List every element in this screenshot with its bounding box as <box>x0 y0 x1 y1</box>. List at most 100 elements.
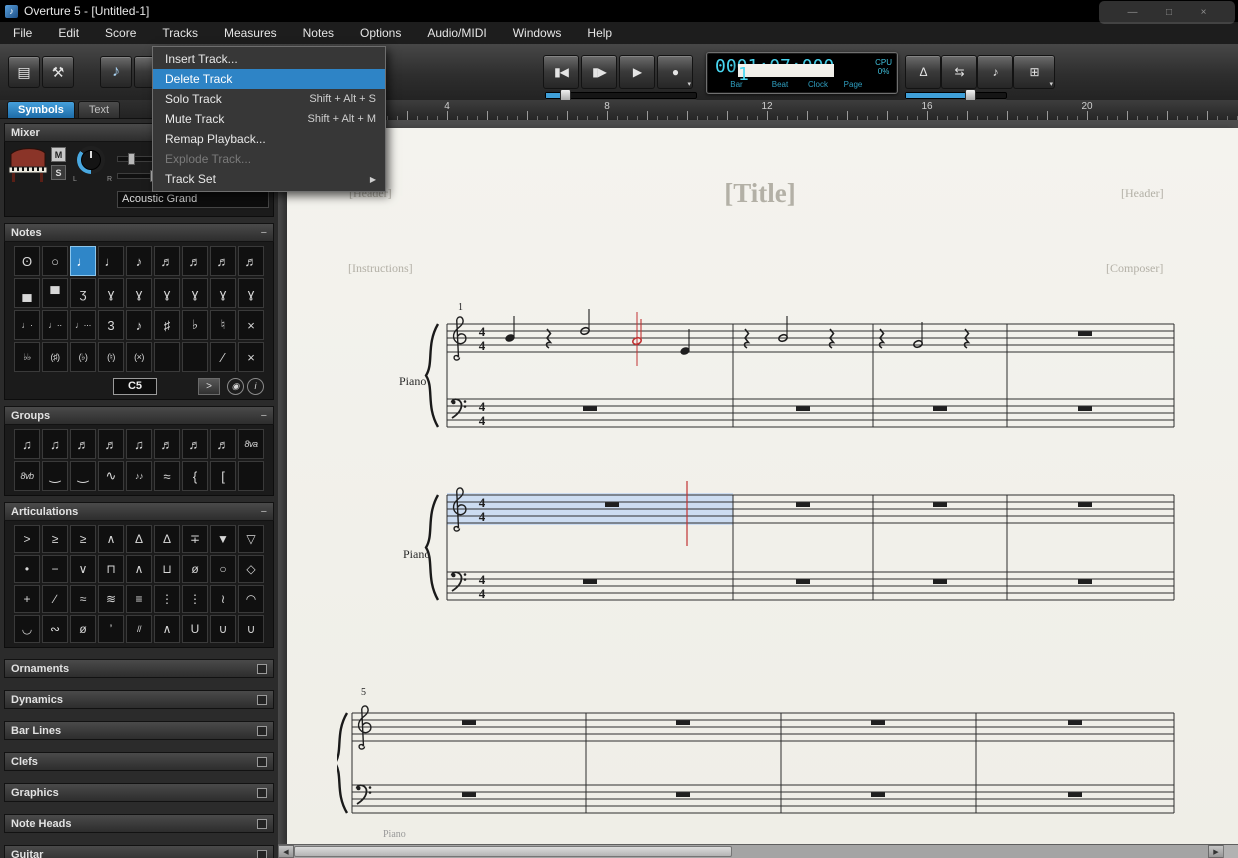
bracket[interactable]: [ <box>210 461 236 491</box>
wedge-open[interactable]: ▽ <box>238 525 264 553</box>
caesura[interactable]: // <box>126 615 152 643</box>
double-flat[interactable]: ♭♭ <box>14 342 40 372</box>
record-button[interactable]: ● ▾ <box>657 55 693 89</box>
x-notehead[interactable]: × <box>238 342 264 372</box>
quarter-note[interactable]: ♩ <box>98 246 124 276</box>
composer-placeholder[interactable]: [Composer] <box>1106 261 1163 276</box>
sixteenth-note[interactable]: ♬ <box>154 246 180 276</box>
beam-six[interactable]: ♬ <box>154 429 180 459</box>
collapse-icon[interactable]: − <box>261 410 267 422</box>
collapse-icon[interactable]: − <box>261 227 267 239</box>
half-rest[interactable]: ▀ <box>42 278 68 308</box>
left-hand-pizzicato[interactable]: + <box>14 585 40 613</box>
step-input-button[interactable]: ♪ <box>977 55 1013 89</box>
sharp[interactable]: ♯ <box>154 310 180 340</box>
tenuto[interactable]: − <box>42 555 68 583</box>
courtesy-natural[interactable]: (♮) <box>98 342 124 372</box>
accent-staccato[interactable]: ≥ <box>42 525 68 553</box>
circle-stroke[interactable]: ø <box>70 615 96 643</box>
view-grid-button[interactable]: ⊞ ▾ <box>1013 55 1055 89</box>
dotted-note[interactable]: ♩· <box>14 310 40 340</box>
panel-clefs[interactable]: Clefs <box>4 752 274 771</box>
up-bow[interactable]: ∨ <box>70 555 96 583</box>
courtesy-flat[interactable]: (♭) <box>70 342 96 372</box>
instrument-name-field[interactable]: Acoustic Grand <box>117 191 269 208</box>
articulations-panel-header[interactable]: Articulations − <box>4 502 274 521</box>
menu-measures[interactable]: Measures <box>211 22 290 44</box>
menu-item-track-set[interactable]: Track Set▶ <box>153 169 385 189</box>
sixteenth-rest[interactable]: ɣ <box>126 278 152 308</box>
expand-icon[interactable] <box>257 695 267 705</box>
whole-rest[interactable]: ▄ <box>14 278 40 308</box>
courtesy-sharp[interactable]: (♯) <box>42 342 68 372</box>
hundred-twenty-eighth-rest[interactable]: ɣ <box>210 278 236 308</box>
menu-file[interactable]: File <box>0 22 45 44</box>
menu-tracks[interactable]: Tracks <box>149 22 211 44</box>
hundred-twenty-eighth-note[interactable]: ♬ <box>238 246 264 276</box>
minimize-icon[interactable]: — <box>1128 7 1138 18</box>
marcato-staccato[interactable]: Δ <box>154 525 180 553</box>
collapse-icon[interactable]: − <box>261 506 267 518</box>
menu-options[interactable]: Options <box>347 22 414 44</box>
tools-button[interactable]: ⚒ <box>42 56 74 88</box>
groups-panel-header[interactable]: Groups − <box>4 406 274 425</box>
arc[interactable]: ◠ <box>238 585 264 613</box>
tremolo-dots-2[interactable]: ⋮ <box>182 585 208 613</box>
menu-help[interactable]: Help <box>574 22 625 44</box>
beam-group[interactable]: ♬ <box>210 429 236 459</box>
thirty-second-rest[interactable]: ɣ <box>154 278 180 308</box>
instructions-placeholder[interactable]: [Instructions] <box>348 261 413 276</box>
menu-edit[interactable]: Edit <box>45 22 92 44</box>
tremolo-two[interactable]: ≋ <box>98 585 124 613</box>
header-right-placeholder[interactable]: [Header] <box>1121 186 1164 201</box>
tie[interactable]: ‿ <box>42 461 68 491</box>
triple-dotted-note[interactable]: ♩··· <box>70 310 96 340</box>
octave-down[interactable]: 8vb <box>14 461 40 491</box>
multi-rest[interactable]: ɣ <box>238 278 264 308</box>
tab-text[interactable]: Text <box>78 101 120 118</box>
tenuto-staccato[interactable]: ∓ <box>182 525 208 553</box>
expand-icon[interactable] <box>257 819 267 829</box>
note-entry-button[interactable]: ♪ <box>100 56 132 88</box>
horizontal-scrollbar[interactable]: ◀ ▶ <box>278 844 1238 858</box>
double-sharp[interactable]: × <box>238 310 264 340</box>
notes-panel-header[interactable]: Notes − <box>4 223 274 242</box>
grace-note[interactable]: ♪ <box>126 310 152 340</box>
menu-item-insert-track[interactable]: Insert Track... <box>153 49 385 69</box>
panel-dynamics[interactable]: Dynamics <box>4 690 274 709</box>
bridge[interactable]: ⊔ <box>154 555 180 583</box>
eighth-note[interactable]: ♪ <box>126 246 152 276</box>
natural[interactable]: ♮ <box>210 310 236 340</box>
beam-three[interactable]: ♬ <box>70 429 96 459</box>
octave-up[interactable]: 8va <box>238 429 264 459</box>
slur[interactable]: ‿ <box>70 461 96 491</box>
wedge[interactable]: ▼ <box>210 525 236 553</box>
courtesy-double-sharp[interactable]: (×) <box>126 342 152 372</box>
glissando[interactable]: ∿ <box>98 461 124 491</box>
title-placeholder[interactable]: [Title] <box>724 178 795 209</box>
scroll-thumb[interactable] <box>294 846 732 857</box>
print-button[interactable]: ▤ <box>8 56 40 88</box>
menu-item-solo-track[interactable]: Solo TrackShift + Alt + S <box>153 89 385 109</box>
sixty-fourth-note[interactable]: ♬ <box>210 246 236 276</box>
rewind-button[interactable]: ▮◀ <box>543 55 579 89</box>
beam-four[interactable]: ♬ <box>98 429 124 459</box>
pan-knob[interactable] <box>77 146 105 174</box>
empty-cell[interactable] <box>154 342 180 372</box>
expand-icon[interactable] <box>257 664 267 674</box>
sixty-fourth-rest[interactable]: ɣ <box>182 278 208 308</box>
half-note[interactable]: ♩ <box>70 246 96 276</box>
expand-icon[interactable] <box>257 726 267 736</box>
staccato[interactable]: • <box>14 555 40 583</box>
diamond-notehead[interactable]: ◇ <box>238 555 264 583</box>
menu-notes[interactable]: Notes <box>290 22 347 44</box>
panel-bar-lines[interactable]: Bar Lines <box>4 721 274 740</box>
fermata-up[interactable]: ∪ <box>210 615 236 643</box>
tremolo-pair[interactable]: ♪♪ <box>126 461 152 491</box>
beam-two-sixteenths[interactable]: ♫ <box>42 429 68 459</box>
scroll-left-icon[interactable]: ◀ <box>278 845 294 858</box>
harmonic[interactable]: ○ <box>210 555 236 583</box>
transport-slider[interactable] <box>545 92 697 99</box>
measure-ruler[interactable]: 48121620 <box>278 100 1238 121</box>
fermata-square[interactable]: U <box>182 615 208 643</box>
